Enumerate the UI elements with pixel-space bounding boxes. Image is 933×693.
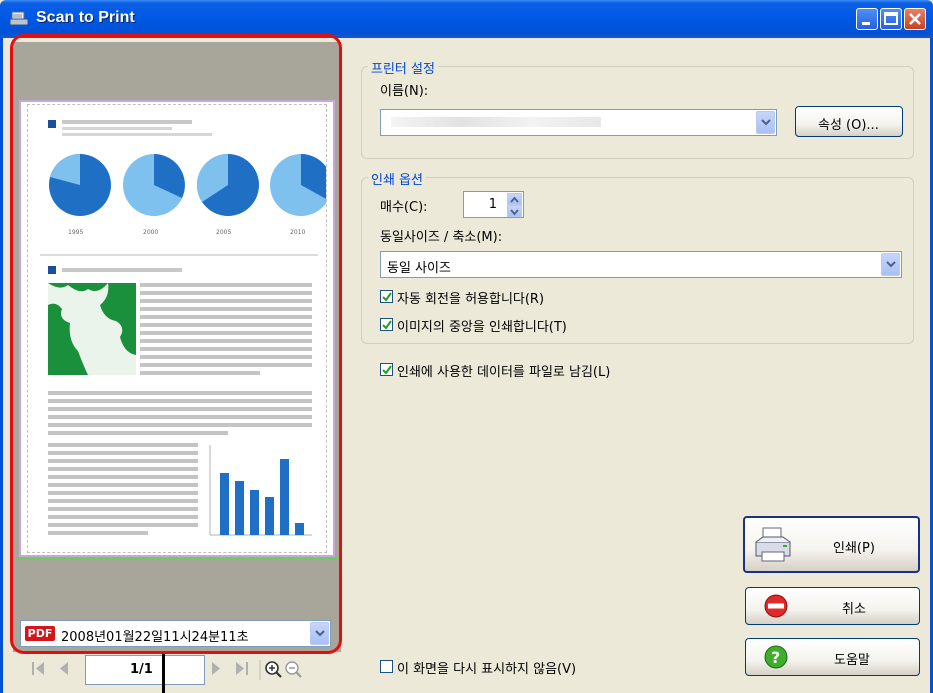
nav-controls-left — [32, 662, 68, 675]
copies-label: 매수(C): — [380, 200, 428, 215]
copies-spinner[interactable]: 1 — [463, 191, 524, 218]
title-bar[interactable]: Scan to Print — [0, 0, 933, 38]
next-page-icon[interactable] — [212, 662, 220, 675]
auto-rotate-checkbox[interactable] — [380, 290, 393, 303]
scanner-app-icon — [10, 11, 28, 26]
file-select-combo[interactable]: PDF 2008년01월22일11시24분11초 — [20, 620, 331, 647]
spin-down-button[interactable] — [507, 205, 522, 217]
spin-up-button[interactable] — [507, 193, 522, 205]
year-label: 2000 — [143, 229, 158, 236]
window-title: Scan to Print — [36, 9, 135, 26]
page-number-field[interactable]: 1/1 — [85, 655, 205, 685]
auto-rotate-label[interactable]: 자동 회전을 허용합니다(R) — [397, 288, 544, 307]
close-icon — [909, 13, 921, 25]
printer-dropdown-button[interactable] — [756, 111, 775, 134]
dont-show-checkbox[interactable] — [380, 660, 393, 673]
checkmark-icon — [382, 292, 392, 302]
printer-settings-title: 프린터 설정 — [368, 58, 438, 77]
cancel-button[interactable]: 취소 — [745, 587, 920, 625]
last-page-icon[interactable] — [236, 662, 248, 675]
zoom-out-icon[interactable] — [285, 661, 302, 678]
print-button[interactable]: 인쇄(P) — [743, 516, 920, 573]
document-image: 1995 2000 2005 2010 — [40, 120, 332, 536]
minimize-icon — [862, 22, 870, 25]
page-indicator: 1/1 — [130, 662, 153, 677]
chevron-down-icon — [315, 630, 325, 637]
scale-select[interactable]: 동일 사이즈 — [380, 251, 902, 278]
first-page-icon[interactable] — [32, 662, 44, 675]
print-options-title: 인쇄 옵션 — [368, 169, 426, 188]
chevron-down-icon — [510, 209, 519, 216]
pdf-icon: PDF — [25, 626, 55, 641]
year-label: 1995 — [68, 229, 83, 236]
nav-controls-right — [212, 660, 302, 680]
year-label: 2005 — [216, 229, 231, 236]
chevron-down-icon — [886, 261, 896, 268]
chevron-up-icon — [510, 196, 519, 203]
highlight-pointer — [162, 654, 165, 693]
maximize-button[interactable] — [880, 8, 902, 30]
svg-text:?: ? — [771, 648, 780, 667]
maximize-icon — [884, 12, 898, 25]
chevron-down-icon — [761, 119, 771, 126]
close-button[interactable] — [904, 8, 926, 30]
help-icon: ? — [764, 645, 788, 669]
center-image-checkbox[interactable] — [380, 318, 393, 331]
prev-page-icon[interactable] — [60, 662, 68, 675]
scan-to-print-window: Scan to Print 1995 2000 2005 2010 PDF 20… — [0, 0, 933, 693]
file-dropdown-button[interactable] — [310, 622, 329, 645]
minimize-button[interactable] — [856, 8, 878, 30]
scale-value: 동일 사이즈 — [387, 261, 451, 276]
scale-dropdown-button[interactable] — [881, 253, 900, 276]
file-name: 2008년01월22일11시24분11초 — [61, 630, 249, 645]
zoom-in-icon[interactable] — [265, 661, 282, 678]
printer-name-label: 이름(N): — [380, 84, 429, 99]
scale-label: 동일사이즈 / 축소(M): — [380, 230, 503, 245]
copies-value: 1 — [488, 197, 497, 212]
keep-file-label[interactable]: 인쇄에 사용한 데이터를 파일로 남김(L) — [397, 361, 610, 380]
printer-properties-button[interactable]: 속성 (O)... — [795, 106, 903, 137]
printer-icon — [755, 527, 791, 562]
year-label: 2010 — [290, 229, 305, 236]
keep-file-checkbox[interactable] — [380, 363, 393, 376]
page-thumbnail: 1995 2000 2005 2010 — [19, 100, 335, 557]
page-preview-area: 1995 2000 2005 2010 — [13, 42, 341, 652]
help-button[interactable]: ? 도움말 — [745, 638, 920, 676]
checkmark-icon — [382, 320, 392, 330]
cancel-icon — [764, 594, 788, 618]
printer-name-select[interactable] — [380, 109, 777, 136]
dont-show-label[interactable]: 이 화면을 다시 표시하지 않음(V) — [397, 658, 576, 677]
checkmark-icon — [382, 365, 392, 375]
preview-panel: 1995 2000 2005 2010 PDF 2008년01월22일11시24… — [7, 38, 343, 693]
center-image-label[interactable]: 이미지의 중앙을 인쇄합니다(T) — [397, 316, 567, 335]
